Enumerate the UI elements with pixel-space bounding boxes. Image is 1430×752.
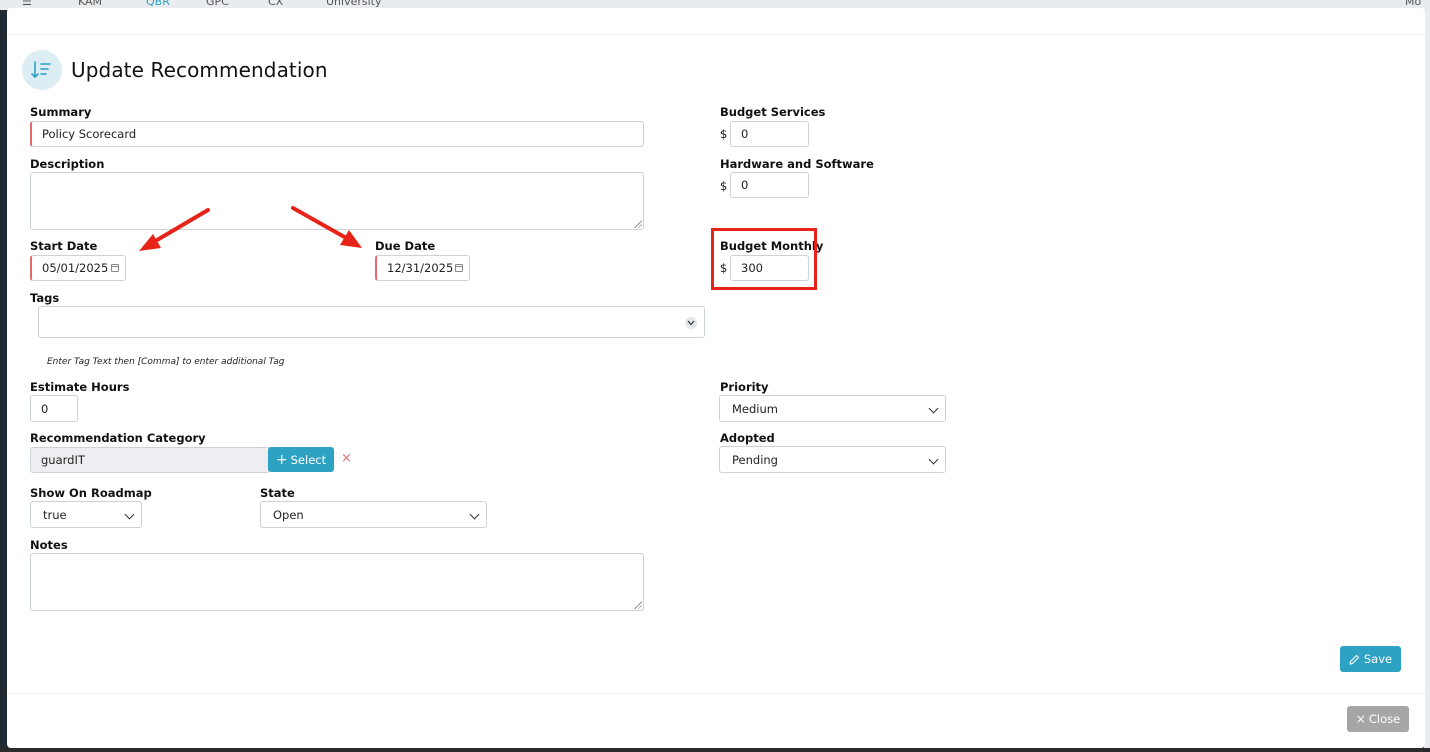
- estimate-hours-label: Estimate Hours: [30, 380, 130, 394]
- tags-label: Tags: [30, 291, 60, 305]
- start-date-label: Start Date: [30, 239, 98, 253]
- close-button-label: Close: [1368, 712, 1401, 726]
- notes-textarea[interactable]: [30, 553, 644, 611]
- adopted-select[interactable]: Pending: [719, 446, 946, 473]
- description-textarea[interactable]: [30, 172, 644, 230]
- show-on-roadmap-select[interactable]: true: [30, 501, 142, 528]
- update-recommendation-modal: Update Recommendation Summary Policy Sco…: [7, 8, 1425, 748]
- bg-nav-cx: CX: [268, 0, 284, 8]
- due-date-value: 12/31/2025: [387, 261, 454, 275]
- menu-icon: ☰: [22, 0, 32, 8]
- calendar-icon[interactable]: [111, 264, 119, 272]
- clear-category-icon[interactable]: ×: [341, 451, 352, 466]
- summary-value: Policy Scorecard: [42, 127, 137, 141]
- recommendation-category-value: guardIT: [41, 453, 85, 467]
- summary-input[interactable]: Policy Scorecard: [30, 121, 644, 147]
- tags-hint: Enter Tag Text then [Comma] to enter add…: [47, 357, 285, 367]
- chevron-down-icon: [928, 454, 939, 465]
- chevron-down-icon: [928, 403, 939, 414]
- adopted-value: Pending: [732, 452, 778, 467]
- due-date-label: Due Date: [375, 239, 436, 253]
- priority-value: Medium: [732, 401, 778, 416]
- pencil-icon: [1349, 654, 1360, 665]
- tags-input[interactable]: [38, 306, 705, 338]
- sort-list-icon: [22, 50, 62, 90]
- select-button-label: Select: [290, 452, 327, 467]
- chevron-down-icon: [124, 509, 135, 520]
- hardware-software-currency: $: [720, 179, 728, 193]
- modal-title: Update Recommendation: [71, 58, 328, 82]
- save-button-label: Save: [1363, 652, 1393, 666]
- tags-dropdown-icon[interactable]: [685, 317, 697, 329]
- bg-nav-kam: KAM: [78, 0, 103, 8]
- recommendation-category-input: guardIT: [30, 447, 270, 473]
- close-button[interactable]: × Close: [1347, 706, 1409, 732]
- start-date-input[interactable]: 05/01/2025: [30, 255, 126, 281]
- estimate-hours-input[interactable]: 0: [30, 395, 78, 422]
- estimate-hours-value: 0: [41, 401, 49, 416]
- budget-services-value: 0: [741, 127, 749, 141]
- budget-services-currency: $: [720, 127, 728, 141]
- description-label: Description: [30, 157, 105, 171]
- bg-nav-university: University: [326, 0, 382, 8]
- budget-services-input[interactable]: 0: [730, 121, 809, 147]
- hardware-software-label: Hardware and Software: [720, 157, 874, 171]
- notes-label: Notes: [30, 538, 68, 552]
- bg-nav-gpc: GPC: [206, 0, 229, 8]
- budget-monthly-highlight: [711, 228, 817, 290]
- state-select[interactable]: Open: [260, 501, 487, 528]
- show-on-roadmap-value: true: [43, 507, 67, 522]
- chevron-down-icon: [469, 509, 480, 520]
- annotation-arrows: [139, 206, 362, 251]
- priority-label: Priority: [720, 380, 769, 394]
- hardware-software-input[interactable]: 0: [730, 172, 809, 198]
- recommendation-category-label: Recommendation Category: [30, 431, 206, 445]
- select-category-button[interactable]: + Select: [268, 447, 334, 472]
- footer-divider: [7, 693, 1425, 694]
- priority-select[interactable]: Medium: [719, 395, 946, 422]
- bg-right-label: Mo: [1405, 0, 1422, 8]
- hardware-software-value: 0: [741, 178, 749, 192]
- adopted-label: Adopted: [720, 431, 775, 445]
- background-bottom: [0, 748, 1430, 752]
- bg-nav-qbr: QBR: [146, 0, 170, 8]
- close-icon: ×: [1355, 712, 1366, 726]
- calendar-icon[interactable]: [455, 264, 463, 272]
- state-value: Open: [273, 507, 304, 522]
- resize-handle[interactable]: [634, 220, 642, 228]
- summary-label: Summary: [30, 105, 92, 119]
- save-button[interactable]: Save: [1340, 646, 1401, 672]
- show-on-roadmap-label: Show On Roadmap: [30, 486, 152, 500]
- modal-top-bar: [7, 8, 1425, 35]
- resize-handle[interactable]: [634, 601, 642, 609]
- due-date-input[interactable]: 12/31/2025: [375, 255, 470, 281]
- start-date-value: 05/01/2025: [42, 261, 109, 275]
- state-label: State: [260, 486, 295, 500]
- plus-icon: +: [275, 451, 288, 468]
- budget-services-label: Budget Services: [720, 105, 826, 119]
